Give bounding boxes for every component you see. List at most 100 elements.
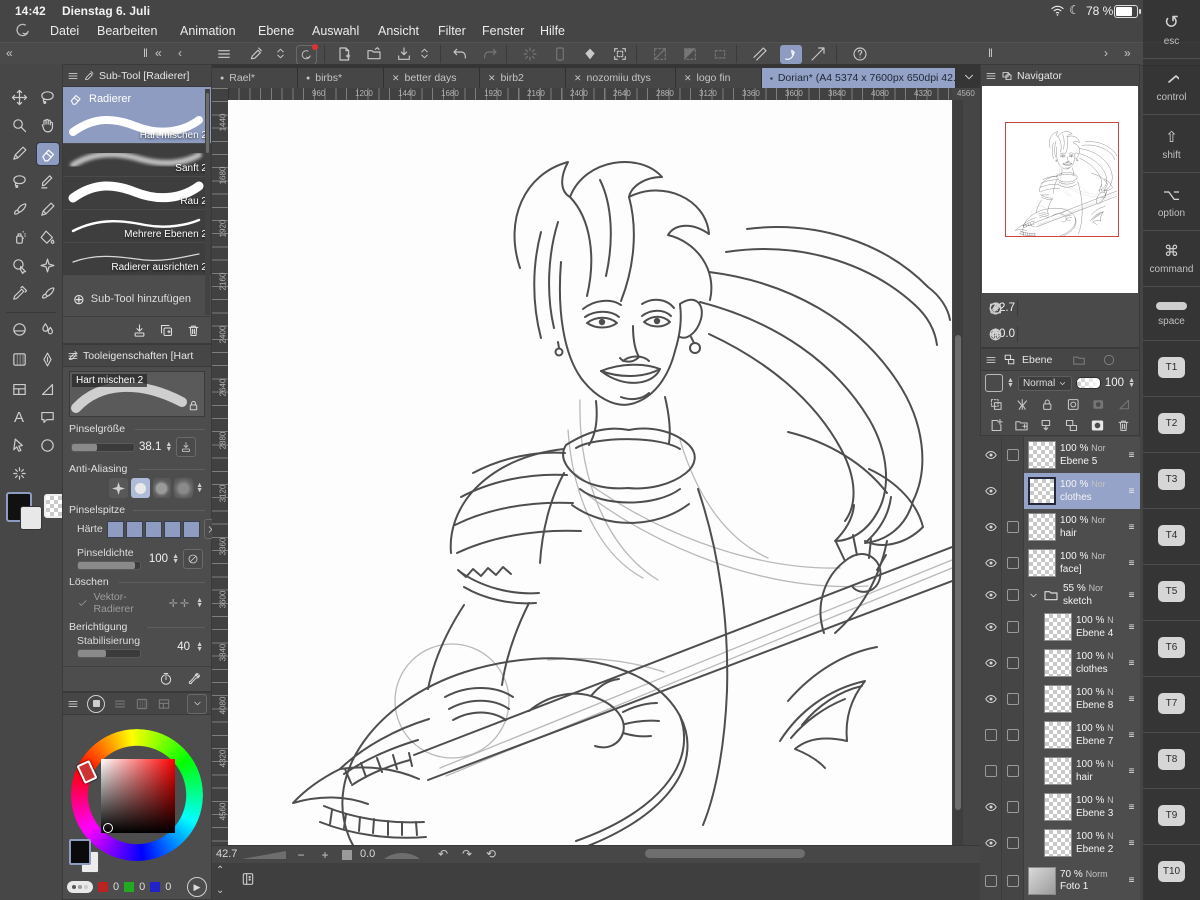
tab-list-chevron-icon[interactable] xyxy=(960,70,978,84)
new-layer-icon[interactable] xyxy=(989,418,1004,433)
vector-eraser-row[interactable]: Vektor-Radierer ✛✛ ▲ ▼ xyxy=(77,591,203,615)
layer-checkbox[interactable] xyxy=(1002,437,1024,473)
color-mixer-icon[interactable] xyxy=(67,881,93,893)
key-t4[interactable]: T4 xyxy=(1158,525,1185,546)
layer-grip-icon[interactable]: ≡ xyxy=(1125,658,1138,669)
tool-gradient[interactable] xyxy=(8,348,30,370)
aa-none-button[interactable] xyxy=(109,478,128,498)
opacity-value[interactable]: 100 xyxy=(1105,377,1124,389)
nav-fullscreen-icon[interactable] xyxy=(985,298,1005,318)
doc-tab-rael[interactable]: ● Rael* xyxy=(212,68,298,88)
quick-access-icon[interactable] xyxy=(240,871,256,887)
space-icon[interactable] xyxy=(1156,302,1187,310)
density-slider[interactable] xyxy=(77,561,141,570)
collapse-subtool-icon[interactable]: « xyxy=(155,46,162,60)
color-options-icon[interactable]: ▶ xyxy=(187,877,207,897)
density-value[interactable]: 100 xyxy=(149,553,168,565)
visibility-eye-icon[interactable] xyxy=(980,581,1002,609)
density-stepper[interactable]: ▲ ▼ xyxy=(172,553,179,565)
zoom-in-icon[interactable]: + xyxy=(318,848,332,862)
undo-icon[interactable] xyxy=(452,46,468,62)
add-subtool-button[interactable]: ⊕ Sub-Tool hinzufügen xyxy=(63,284,211,314)
layer-row-clothes-selected[interactable]: 100 % Nor clothes ≡ xyxy=(980,473,1140,510)
tool-selection[interactable] xyxy=(8,170,30,192)
zoom-out-icon[interactable]: − xyxy=(294,848,308,862)
tool-zoom[interactable] xyxy=(8,114,30,136)
visibility-eye-icon[interactable] xyxy=(980,645,1002,681)
layer-row-ebene3[interactable]: 100 % N Ebene 3 ≡ xyxy=(980,789,1140,826)
snap-special-ruler-icon[interactable] xyxy=(810,46,826,62)
navigator-preview[interactable] xyxy=(982,86,1138,293)
nav-flip-vertical-icon[interactable] xyxy=(985,324,1005,344)
new-folder-icon[interactable] xyxy=(1014,418,1029,433)
duplicate-subtool-icon[interactable] xyxy=(159,323,174,338)
visibility-eye-icon[interactable] xyxy=(980,473,1002,509)
zoom-fit-icon[interactable] xyxy=(342,850,352,860)
layer-grip-icon[interactable]: ≡ xyxy=(1125,802,1138,813)
tool-opacity[interactable] xyxy=(8,318,30,340)
subtool-item-2[interactable]: Rau 2 xyxy=(63,177,211,210)
layer-grip-icon[interactable]: ≡ xyxy=(1125,838,1138,849)
aa-strong-button[interactable] xyxy=(174,478,194,498)
layer-checkbox[interactable] xyxy=(1002,545,1024,581)
menu-ebene[interactable]: Ebene xyxy=(258,24,294,38)
key-t6[interactable]: T6 xyxy=(1158,637,1185,658)
aa-middle-button[interactable] xyxy=(152,478,172,498)
menu-auswahl[interactable]: Auswahl xyxy=(312,24,359,38)
stabilization-value[interactable]: 40 xyxy=(177,641,190,653)
vertical-scrollbar[interactable] xyxy=(953,100,963,845)
save-options-icon[interactable] xyxy=(418,46,431,61)
tool-fill[interactable] xyxy=(36,226,58,248)
vector-mode-icons[interactable]: ✛✛ xyxy=(169,597,191,610)
ruler-range-icon[interactable] xyxy=(1117,397,1132,412)
visibility-eye-icon[interactable] xyxy=(980,681,1002,717)
visibility-off-box[interactable] xyxy=(980,753,1002,789)
key-t9[interactable]: T9 xyxy=(1158,805,1185,826)
menu-hilfe[interactable]: Hilfe xyxy=(540,24,565,38)
collapse-props-icon[interactable]: ‹ xyxy=(178,46,182,60)
expand-down-icon[interactable]: ⌄ xyxy=(216,885,224,896)
visibility-eye-icon[interactable] xyxy=(980,825,1002,861)
layer-grip-icon[interactable]: ≡ xyxy=(1125,522,1138,533)
clip-to-layer-icon[interactable] xyxy=(989,397,1004,412)
panel-menu-icon[interactable] xyxy=(67,698,79,710)
visibility-off-box[interactable] xyxy=(980,717,1002,753)
expand-up-icon[interactable]: ⌃ xyxy=(216,865,224,876)
layer-checkbox[interactable] xyxy=(1002,717,1024,753)
doc-tab-dorian-active[interactable]: ▪ Dorian* (A4 5374 x 7600px 650dpi 42.7%) xyxy=(762,68,956,88)
option-key[interactable]: option xyxy=(1143,208,1200,219)
menu-datei[interactable]: Datei xyxy=(50,24,79,38)
collapse-color-panel-button[interactable] xyxy=(187,693,207,714)
layer-row-hair2-hidden[interactable]: 100 % Nhair ≡ xyxy=(980,753,1140,790)
layer-row-ebene8[interactable]: 100 % N Ebene 8 ≡ xyxy=(980,681,1140,718)
space-key[interactable]: space xyxy=(1143,316,1200,327)
layer-checkbox[interactable] xyxy=(1002,645,1024,681)
opacity-stepper[interactable]: ▲ ▼ xyxy=(1128,377,1135,389)
visibility-eye-icon[interactable] xyxy=(980,509,1002,545)
tool-eyedropper[interactable] xyxy=(8,282,30,304)
stabilization-stepper[interactable]: ▲ ▼ xyxy=(196,641,203,653)
doc-tab-nozomiiu[interactable]: ✕ nozomiiu dtys xyxy=(566,68,676,88)
visibility-off-box[interactable] xyxy=(980,861,1002,900)
layer-grip-icon[interactable]: ≡ xyxy=(1125,590,1138,601)
save-icon[interactable] xyxy=(396,46,412,62)
menu-fenster[interactable]: Fenster xyxy=(482,24,524,38)
import-subtool-icon[interactable] xyxy=(132,323,147,338)
tab-color-set-icon[interactable] xyxy=(135,697,149,711)
transfer-layer-icon[interactable] xyxy=(1039,418,1054,433)
doc-tab-birb2[interactable]: ✕ birb2 xyxy=(480,68,566,88)
tool-eraser[interactable] xyxy=(36,142,60,166)
snap-curve-icon[interactable] xyxy=(780,45,802,64)
layer-grip-icon[interactable]: ≡ xyxy=(1125,766,1138,777)
rotation-slider[interactable] xyxy=(384,849,420,860)
tab-layer-property-icon[interactable] xyxy=(1072,353,1086,367)
canvas[interactable] xyxy=(228,100,952,845)
shift-icon[interactable]: ⇧ xyxy=(1143,128,1200,146)
layer-row-ebene5[interactable]: 100 % Nor Ebene 5 ≡ xyxy=(980,437,1140,474)
collapse-right-icon[interactable]: » xyxy=(1124,46,1131,60)
app-logo-icon[interactable] xyxy=(14,22,32,43)
unlock-icon[interactable] xyxy=(187,399,200,412)
tool-object[interactable] xyxy=(8,434,30,456)
shift-key[interactable]: shift xyxy=(1143,150,1200,161)
rotation-value[interactable]: 0.0 xyxy=(360,848,375,860)
